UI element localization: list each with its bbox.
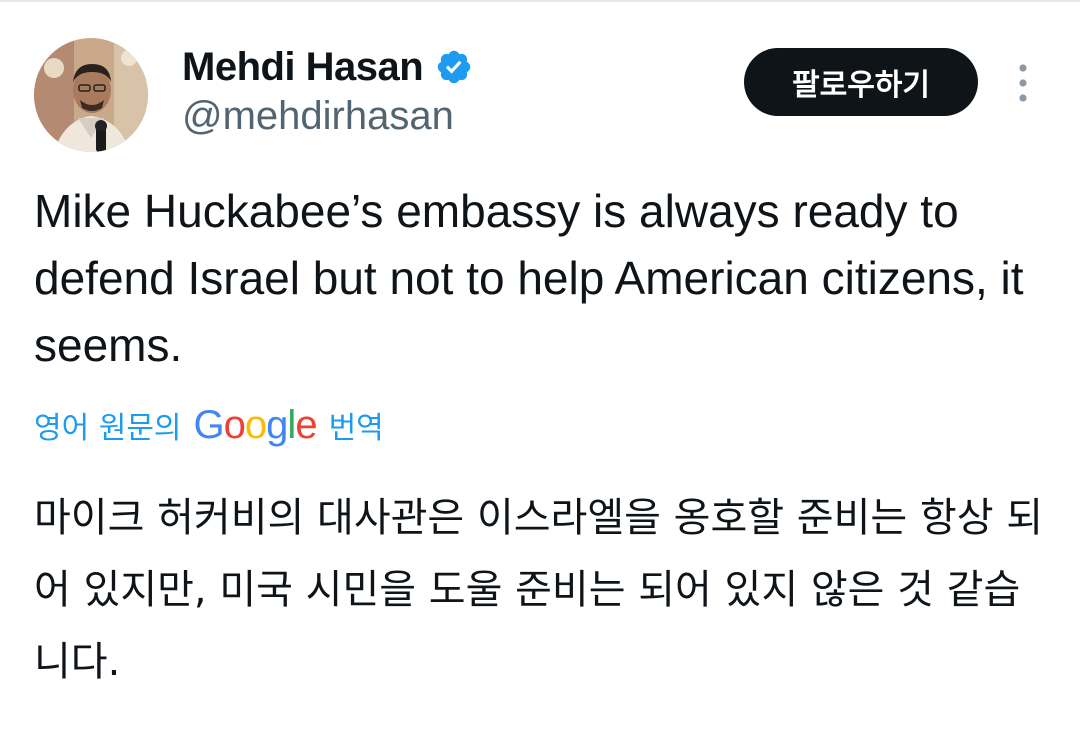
author-display-name[interactable]: Mehdi Hasan [182,40,424,94]
top-divider [0,0,1080,2]
translation-attribution[interactable]: 영어 원문의 Google 번역 [34,400,384,450]
tweet-text: Mike Huckabee’s embassy is always ready … [34,185,1024,371]
author-handle[interactable]: @mehdirhasan [182,92,454,140]
author-avatar[interactable] [34,38,148,152]
more-options-icon[interactable] [1008,60,1038,106]
translation-prefix[interactable]: 영어 원문의 [34,403,182,447]
translation-suffix[interactable]: 번역 [329,403,384,447]
avatar-photo-icon [34,38,148,152]
translated-tweet-text: 마이크 허커비의 대사관은 이스라엘을 옹호할 준비는 항상 되어 있지만, 미… [34,495,1044,685]
author-name-row: Mehdi Hasan [182,40,473,94]
google-logo-icon: Google [193,403,318,447]
verified-badge-icon[interactable] [435,48,473,86]
follow-button[interactable]: 팔로우하기 [744,48,978,116]
